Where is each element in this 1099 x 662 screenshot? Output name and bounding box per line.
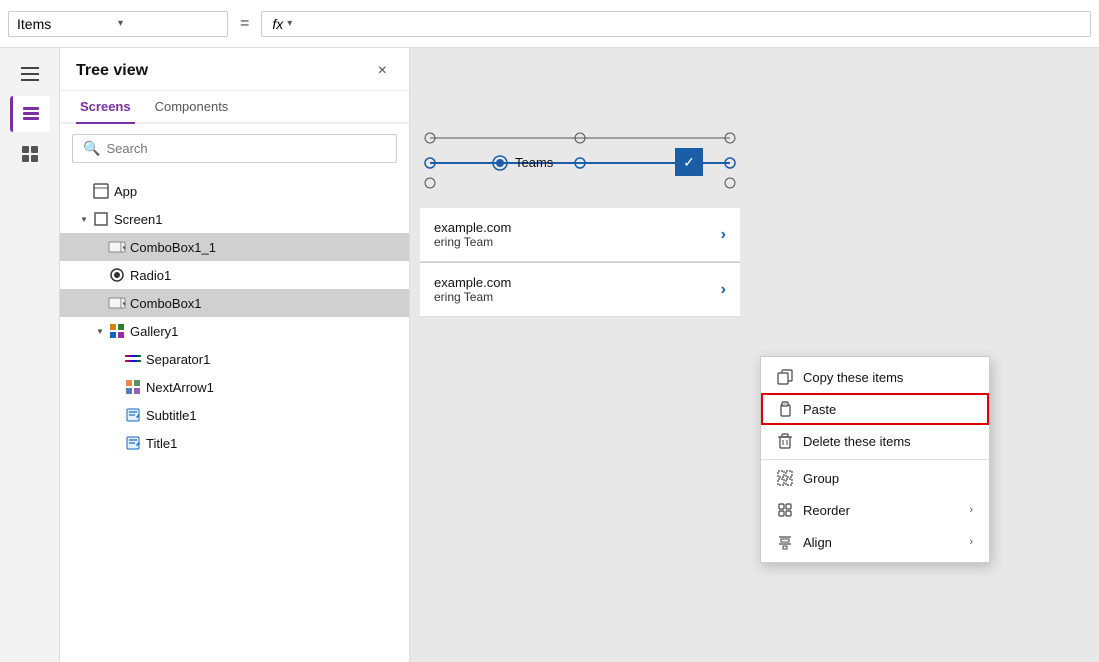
tree-label-separator1: Separator1 xyxy=(146,352,210,367)
list-item-1: example.com ering Team › xyxy=(420,208,740,262)
radio-icon xyxy=(108,266,126,284)
reorder-arrow-icon: › xyxy=(969,504,973,516)
sidebar-menu-icon[interactable] xyxy=(10,56,50,92)
tree-label-screen1: Screen1 xyxy=(114,212,162,227)
tree-item-gallery1[interactable]: ▼ Gallery1 xyxy=(60,317,409,345)
context-menu-paste-label: Paste xyxy=(803,402,973,417)
context-menu-reorder-label: Reorder xyxy=(803,503,959,518)
context-menu-copy[interactable]: Copy these items xyxy=(761,361,989,393)
tree-tabs: Screens Components xyxy=(60,91,409,124)
layers-icon xyxy=(21,104,41,124)
tree-item-app[interactable]: App xyxy=(60,177,409,205)
tree-header: Tree view × xyxy=(60,48,409,91)
separator-icon xyxy=(124,350,142,368)
context-menu-group-label: Group xyxy=(803,471,973,486)
tree-item-title1[interactable]: Title1 xyxy=(60,429,409,457)
tree-label-title1: Title1 xyxy=(146,436,177,451)
list-item-2: example.com ering Team › xyxy=(420,263,740,317)
delete-icon xyxy=(777,433,793,449)
list-items-area: example.com ering Team › example.com eri… xyxy=(420,208,740,317)
tree-label-combobox1: ComboBox1 xyxy=(130,296,202,311)
svg-text:Teams: Teams xyxy=(515,155,554,170)
tree-close-button[interactable]: × xyxy=(372,60,393,82)
context-menu-group[interactable]: Group xyxy=(761,462,989,494)
tab-screens[interactable]: Screens xyxy=(76,91,135,124)
tree-label-radio1: Radio1 xyxy=(130,268,171,283)
context-menu: Copy these items Paste Delete these item… xyxy=(760,356,990,563)
copy-icon xyxy=(777,369,793,385)
subtitle-icon xyxy=(124,406,142,424)
search-input[interactable] xyxy=(106,141,386,156)
list-item-2-line1: example.com xyxy=(434,275,511,290)
context-menu-reorder[interactable]: Reorder › xyxy=(761,494,989,526)
canvas-area: Teams ✓ example.com ering Team › example… xyxy=(410,48,1099,662)
tree-label-combobox1-1: ComboBox1_1 xyxy=(130,240,216,255)
context-menu-paste[interactable]: Paste xyxy=(761,393,989,425)
reorder-icon xyxy=(777,502,793,518)
checkbox-blue: ✓ xyxy=(675,148,703,176)
tree-item-screen1[interactable]: ▼ Screen1 xyxy=(60,205,409,233)
list-item-2-chevron-icon: › xyxy=(721,281,726,299)
formula-dropdown[interactable]: Items ▾ xyxy=(8,11,228,37)
combobox-icon: ▾ xyxy=(108,238,126,256)
tree-body: App ▼ Screen1 ▾ ComboBox1_1 xyxy=(60,173,409,662)
search-box[interactable]: 🔍 xyxy=(72,134,397,163)
sidebar-layers-icon[interactable] xyxy=(10,96,50,132)
tree-label-gallery1: Gallery1 xyxy=(130,324,178,339)
sidebar-components-icon[interactable] xyxy=(10,136,50,172)
grid-icon xyxy=(20,144,40,164)
screen-icon xyxy=(92,210,110,228)
tree-item-radio1[interactable]: Radio1 xyxy=(60,261,409,289)
tree-item-combobox1-1[interactable]: ▾ ComboBox1_1 xyxy=(60,233,409,261)
context-menu-copy-label: Copy these items xyxy=(803,370,973,385)
title-icon xyxy=(124,434,142,452)
tree-item-combobox1[interactable]: ▾ ComboBox1 xyxy=(60,289,409,317)
svg-text:▾: ▾ xyxy=(123,245,127,252)
tree-panel: Tree view × Screens Components 🔍 App xyxy=(60,48,410,662)
left-sidebar xyxy=(0,48,60,662)
context-menu-align[interactable]: Align › xyxy=(761,526,989,558)
nextarrow-icon xyxy=(124,378,142,396)
align-icon xyxy=(777,534,793,550)
formula-label: Items xyxy=(17,16,118,32)
gallery-icon xyxy=(108,322,126,340)
tree-title: Tree view xyxy=(76,62,148,80)
main-area: Tree view × Screens Components 🔍 App xyxy=(0,48,1099,662)
list-item-1-line1: example.com xyxy=(434,220,511,235)
align-arrow-icon: › xyxy=(969,536,973,548)
context-menu-delete-label: Delete these items xyxy=(803,434,973,449)
context-menu-align-label: Align xyxy=(803,535,959,550)
tree-item-nextarrow1[interactable]: NextArrow1 xyxy=(60,373,409,401)
list-item-2-line2: ering Team xyxy=(434,290,511,304)
fx-chevron-icon: ▾ xyxy=(287,18,292,29)
paste-icon xyxy=(777,401,793,417)
menu-divider-1 xyxy=(761,459,989,460)
svg-text:▾: ▾ xyxy=(123,301,127,308)
tree-label-subtitle1: Subtitle1 xyxy=(146,408,197,423)
app-icon xyxy=(92,182,110,200)
formula-chevron-icon: ▾ xyxy=(118,18,219,29)
tree-item-separator1[interactable]: Separator1 xyxy=(60,345,409,373)
tree-item-subtitle1[interactable]: Subtitle1 xyxy=(60,401,409,429)
equals-sign: = xyxy=(236,15,253,33)
search-icon: 🔍 xyxy=(83,140,100,157)
context-menu-delete[interactable]: Delete these items xyxy=(761,425,989,457)
tree-label-nextarrow1: NextArrow1 xyxy=(146,380,214,395)
group-icon xyxy=(777,470,793,486)
radio-selector-bar: Teams ✓ xyxy=(420,128,740,188)
tree-label-app: App xyxy=(114,184,137,199)
list-item-1-chevron-icon: › xyxy=(721,226,726,244)
tab-components[interactable]: Components xyxy=(151,91,233,124)
hamburger-icon xyxy=(21,67,39,81)
top-bar: Items ▾ = fx ▾ xyxy=(0,0,1099,48)
list-item-1-line2: ering Team xyxy=(434,235,511,249)
fx-label: fx xyxy=(272,16,283,32)
combobox1-icon: ▾ xyxy=(108,294,126,312)
fx-bar[interactable]: fx ▾ xyxy=(261,11,1091,37)
